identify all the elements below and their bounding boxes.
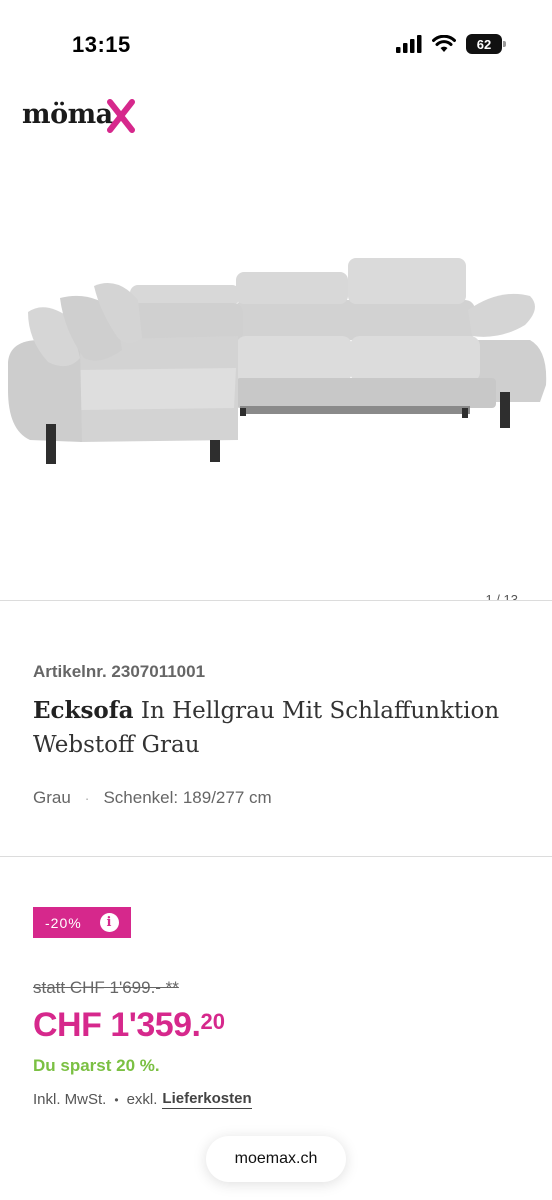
article-number: Artikelnr. 2307011001 [33,662,206,681]
info-icon[interactable]: i [100,913,119,932]
delivery-costs-link[interactable]: Lieferkosten [162,1090,252,1109]
url-text: moemax.ch [234,1150,318,1167]
battery-icon: 62 [466,34,506,54]
discount-value: -20% [45,914,82,931]
cellular-signal-icon [396,35,422,53]
tax-note: Inkl. MwSt. [33,1091,107,1108]
sofa-image [8,258,547,464]
status-time: 13:15 [72,32,131,57]
product-title: Ecksofa In Hellgrau Mit Schlaffunktion W… [33,694,523,762]
savings-text: Du sparst 20 %. [33,1056,160,1075]
status-bar: 13:15 62 [0,0,552,90]
status-icons: 62 [396,34,506,54]
new-price: CHF 1'359. 20 [33,1006,225,1045]
discount-badge: -20% i [33,907,131,938]
tax-separator: • [114,1092,119,1107]
browser-url-bar[interactable]: moemax.ch [206,1136,346,1182]
product-dimensions: Schenkel: 189/277 cm [103,788,272,807]
meta-separator: · [84,790,90,806]
new-price-main: CHF 1'359. [33,1006,201,1044]
carousel-counter: 1 / 13 [483,592,520,600]
brand-logo[interactable]: möma [22,94,135,134]
section-divider [0,856,552,857]
product-title-bold: Ecksofa [33,697,134,724]
tax-line: Inkl. MwSt. • exkl. Lieferkosten [33,1090,252,1109]
battery-level: 62 [476,36,492,52]
carousel-divider [0,600,552,601]
old-price: statt CHF 1'699.- ** [33,978,179,997]
new-price-cents: 20 [200,1009,225,1034]
product-color: Grau [33,788,71,807]
logo-text: möma [22,98,113,130]
product-meta: Grau · Schenkel: 189/277 cm [33,788,272,808]
product-image-carousel[interactable] [0,140,552,600]
wifi-icon [432,35,456,52]
logo-x-mark-icon [106,99,135,133]
shipping-prefix: exkl. [126,1091,158,1108]
